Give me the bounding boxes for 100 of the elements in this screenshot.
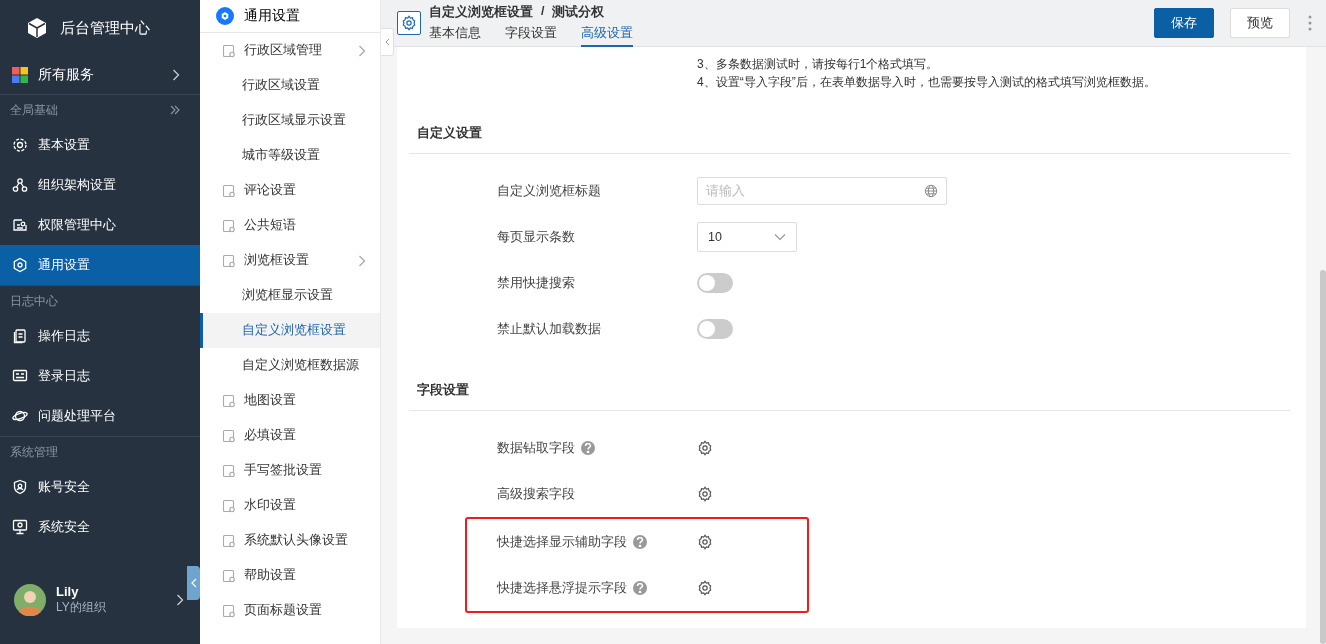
help-icon[interactable] [633,535,647,549]
sidebar-item[interactable]: 账号安全 [0,467,200,507]
menu-item-icon [222,498,236,513]
field-label: 快捷选择显示辅助字段 [497,533,627,551]
settings-icon [397,11,421,35]
field-label: 自定义浏览框标题 [497,182,601,200]
chevron-icon [358,44,366,57]
chevron-icon [176,594,184,606]
menu-item-icon [222,603,236,618]
settings-icon[interactable] [697,440,713,456]
field-label: 高级搜索字段 [497,485,575,503]
menu-item-icon [222,428,236,443]
settings-icon[interactable] [697,534,713,550]
more-icon[interactable] [1308,15,1312,31]
field-label: 禁用快捷搜索 [497,274,575,292]
sidebar-item-icon [12,217,28,233]
title-input[interactable]: 请输入 [697,177,947,205]
section-title: 字段设置 [417,381,469,399]
menu-item-icon [222,533,236,548]
sidebar-item[interactable]: 登录日志 [0,356,200,396]
avatar[interactable] [14,584,46,616]
menu-item[interactable]: 系统默认头像设置 [200,523,380,558]
section-label: 日志中心 [10,292,59,310]
toggle-switch[interactable] [697,319,733,339]
preview-button[interactable]: 预览 [1230,8,1290,38]
help-icon[interactable] [581,441,595,455]
sidebar-item-icon [12,368,28,384]
collapse-handle[interactable] [381,28,394,56]
menu-item[interactable]: 必填设置 [200,418,380,453]
menu-item[interactable]: 地图设置 [200,383,380,418]
globe-icon[interactable] [924,184,938,198]
all-services-item[interactable]: 所有服务 [0,56,200,95]
settings-icon[interactable] [697,486,713,502]
menu-item[interactable]: 水印设置 [200,488,380,523]
save-button[interactable]: 保存 [1154,8,1214,38]
settings-icon[interactable] [697,580,713,596]
cube-logo-icon [26,17,48,39]
caret-icon [774,233,786,241]
sidebar-item-icon [12,408,28,424]
menu-item-icon [222,568,236,583]
page-size-select[interactable]: 10 [697,222,797,252]
field-label: 快捷选择悬浮提示字段 [497,579,627,597]
sidebar-item-icon [12,519,28,535]
settings-icon [216,7,234,25]
menu-item[interactable]: 页面标题设置 [200,593,380,628]
menu-item-icon [222,253,236,268]
sidebar-item[interactable]: 通用设置 [0,245,200,285]
help-icon[interactable] [633,581,647,595]
menu-item-icon [222,218,236,233]
field-label: 数据钻取字段 [497,439,575,457]
menu-item[interactable]: 浏览框设置 [200,243,380,278]
section-label: 系统管理 [10,443,59,461]
sidebar-item-icon [12,479,28,495]
menu-item[interactable]: 行政区域管理 [200,33,380,68]
submenu-title: 通用设置 [244,7,300,25]
sidebar-item-icon [12,328,28,344]
breadcrumb-item: 自定义浏览框设置 [429,3,533,21]
menu-item[interactable]: 城市等级设置 [200,138,380,173]
brand-title: 后台管理中心 [60,18,150,38]
menu-item[interactable]: 行政区域显示设置 [200,103,380,138]
menu-item-icon [222,183,236,198]
sidebar-item[interactable]: 系统安全 [0,507,200,547]
sidebar-item[interactable]: 问题处理平台 [0,396,200,436]
note-text: 3、多条数据测试时，请按每行1个格式填写。 [697,56,940,73]
chevron-icon [172,69,180,81]
field-label: 禁止默认加载数据 [497,320,601,338]
note-text: 4、设置“导入字段”后，在表单数据导入时，也需要按导入测试的格式填写浏览框数据。 [697,74,1157,91]
user-name: Lily [56,584,80,599]
sidebar-item[interactable]: 操作日志 [0,316,200,356]
section-label: 全局基础 [10,101,59,119]
menu-item-icon [222,43,236,58]
sidebar-item[interactable]: 基本设置 [0,125,200,165]
sidebar-item[interactable]: 权限管理中心 [0,205,200,245]
tab[interactable]: 字段设置 [505,24,557,47]
sidebar-item-icon [12,177,28,193]
menu-item[interactable]: 自定义浏览框数据源 [200,348,380,383]
menu-item[interactable]: 公共短语 [200,208,380,243]
double-chevron-icon[interactable] [170,105,180,115]
menu-item[interactable]: 帮助设置 [200,558,380,593]
menu-item[interactable]: 自定义浏览框设置 [200,313,380,348]
grid-icon [12,67,28,83]
sidebar-item[interactable]: 组织架构设置 [0,165,200,205]
breadcrumb-separator: / [541,3,545,20]
menu-item[interactable]: 浏览框显示设置 [200,278,380,313]
menu-item[interactable]: 行政区域设置 [200,68,380,103]
sidebar-item-icon [12,137,28,153]
tab[interactable]: 基本信息 [429,24,481,47]
breadcrumb-item: 测试分权 [552,3,605,21]
scrollbar[interactable] [1320,270,1326,644]
menu-item-icon [222,463,236,478]
collapse-handle[interactable] [187,566,200,600]
menu-item[interactable]: 评论设置 [200,173,380,208]
sidebar-item-icon [12,257,28,273]
chevron-icon [358,254,366,267]
user-org: LY的组织 [56,599,107,616]
toggle-switch[interactable] [697,273,733,293]
menu-item-icon [222,393,236,408]
section-title: 自定义设置 [417,124,482,142]
field-label: 每页显示条数 [497,228,575,246]
menu-item[interactable]: 手写签批设置 [200,453,380,488]
